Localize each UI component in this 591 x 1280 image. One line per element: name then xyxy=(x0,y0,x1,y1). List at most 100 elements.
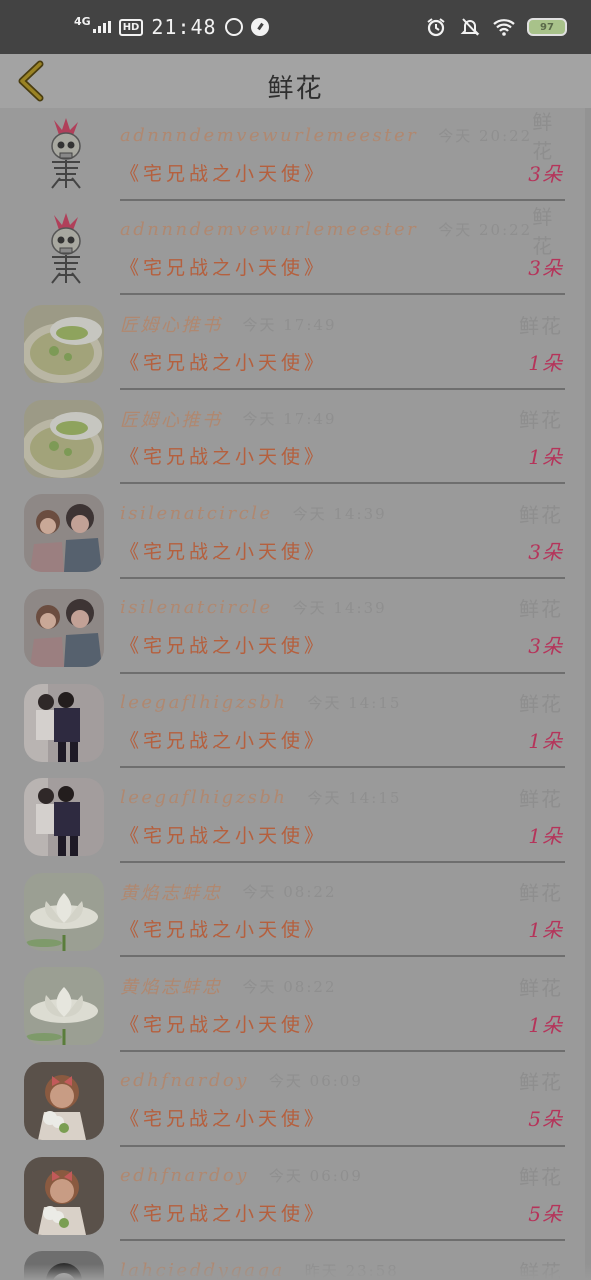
avatar[interactable] xyxy=(24,778,104,857)
gift-list[interactable]: adnnndemvewurlemeester 今天 20:22 鲜花 《宅兄战之… xyxy=(0,108,591,1280)
list-item[interactable]: isilenatcircle 今天 14:39 鲜花 《宅兄战之小天使》 3朵 xyxy=(0,486,591,581)
divider xyxy=(120,576,565,579)
gift-type: 鲜花 xyxy=(519,597,563,622)
flower-count: 1朵 xyxy=(528,823,563,848)
book-title[interactable]: 《宅兄战之小天使》 xyxy=(120,821,327,848)
user-name[interactable]: 匠姆心推书 xyxy=(120,406,223,432)
list-item[interactable]: leegaflhigzsbh 今天 14:15 鲜花 《宅兄战之小天使》 1朵 xyxy=(0,676,591,771)
flower-count: 1朵 xyxy=(528,918,563,943)
user-name[interactable]: adnnndemvewurlemeester xyxy=(120,219,418,240)
divider xyxy=(120,1239,565,1242)
book-title[interactable]: 《宅兄战之小天使》 xyxy=(120,1010,327,1037)
notification-icon xyxy=(224,18,243,36)
user-name[interactable]: 黄焰志蚌忠 xyxy=(120,973,223,999)
network-type: 4G xyxy=(74,15,91,28)
name-line: isilenatcircle 今天 14:39 鲜花 xyxy=(120,500,563,527)
book-title[interactable]: 《宅兄战之小天使》 xyxy=(120,348,327,375)
timestamp: 今天 17:49 xyxy=(242,410,337,429)
book-line: 《宅兄战之小天使》 1朵 xyxy=(120,820,563,848)
book-title[interactable]: 《宅兄战之小天使》 xyxy=(120,915,327,942)
divider xyxy=(120,293,565,296)
user-name[interactable]: leegaflhigzsbh xyxy=(120,787,287,808)
flower-count: 3朵 xyxy=(528,256,563,281)
list-item[interactable]: leegaflhigzsbh 今天 14:15 鲜花 《宅兄战之小天使》 1朵 xyxy=(0,770,591,865)
name-line: isilenatcircle 今天 14:39 鲜花 xyxy=(120,595,563,621)
gift-type: 鲜花 xyxy=(532,204,555,258)
gift-type: 鲜花 xyxy=(519,502,563,527)
timestamp: 今天 20:22 xyxy=(438,221,533,240)
avatar[interactable] xyxy=(24,116,104,194)
list-item[interactable]: adnnndemvewurlemeester 今天 20:22 鲜花 《宅兄战之… xyxy=(0,108,591,203)
book-title[interactable]: 《宅兄战之小天使》 xyxy=(120,537,327,564)
book-line: 《宅兄战之小天使》 1朵 xyxy=(120,442,563,470)
mute-icon xyxy=(459,16,481,38)
name-line: leegaflhigzsbh 今天 14:15 鲜花 xyxy=(120,784,563,811)
flower-count: 3朵 xyxy=(528,634,563,659)
name-line: 匠姆心推书 今天 17:49 鲜花 xyxy=(120,311,563,338)
user-name[interactable]: adnnndemvewurlemeester xyxy=(120,125,418,146)
avatar[interactable] xyxy=(24,683,104,762)
avatar[interactable] xyxy=(24,305,104,384)
flower-count: 1朵 xyxy=(528,445,563,470)
gift-type: 鲜花 xyxy=(519,1165,563,1190)
avatar[interactable] xyxy=(24,872,104,951)
book-title[interactable]: 《宅兄战之小天使》 xyxy=(120,159,327,186)
user-name[interactable]: isilenatcircle xyxy=(120,597,273,618)
divider xyxy=(120,482,565,485)
avatar[interactable] xyxy=(24,1061,104,1140)
gift-type: 鲜花 xyxy=(519,881,563,906)
list-item[interactable]: 匠姆心推书 今天 17:49 鲜花 《宅兄战之小天使》 1朵 xyxy=(0,297,591,392)
status-right: 97 xyxy=(425,16,567,38)
user-name[interactable]: 黄焰志蚌忠 xyxy=(120,879,223,905)
list-item[interactable]: edhfnardoy 今天 06:09 鲜花 《宅兄战之小天使》 5朵 xyxy=(0,1149,591,1244)
list-item[interactable]: adnnndemvewurlemeester 今天 20:22 鲜花 《宅兄战之… xyxy=(0,203,591,298)
avatar[interactable] xyxy=(24,494,104,573)
divider xyxy=(120,1049,565,1052)
gift-type: 鲜花 xyxy=(519,408,563,433)
timestamp: 今天 14:15 xyxy=(307,788,402,807)
gift-type: 鲜花 xyxy=(519,692,563,717)
gift-type: 鲜花 xyxy=(519,1070,563,1095)
list-item[interactable]: 匠姆心推书 今天 17:49 鲜花 《宅兄战之小天使》 1朵 xyxy=(0,392,591,487)
list-item[interactable]: 黄焰志蚌忠 今天 08:22 鲜花 《宅兄战之小天使》 1朵 xyxy=(0,959,591,1054)
book-title[interactable]: 《宅兄战之小天使》 xyxy=(120,726,327,753)
battery-icon: 97 xyxy=(527,18,567,36)
book-title[interactable]: 《宅兄战之小天使》 xyxy=(120,631,327,658)
scrollbar[interactable] xyxy=(585,108,591,1280)
avatar[interactable] xyxy=(24,1156,104,1235)
name-line: adnnndemvewurlemeester 今天 20:22 鲜花 xyxy=(120,205,563,258)
user-name[interactable]: 匠姆心推书 xyxy=(120,311,223,337)
divider xyxy=(120,387,565,390)
book-title[interactable]: 《宅兄战之小天使》 xyxy=(120,1104,327,1131)
name-line: leegaflhigzsbh 今天 14:15 鲜花 xyxy=(120,690,563,716)
book-title[interactable]: 《宅兄战之小天使》 xyxy=(120,442,327,469)
timestamp: 今天 06:09 xyxy=(268,1072,363,1091)
timestamp: 今天 08:22 xyxy=(242,977,337,996)
avatar[interactable] xyxy=(24,588,104,667)
name-line: adnnndemvewurlemeester 今天 20:22 鲜花 xyxy=(120,110,563,163)
alarm-icon xyxy=(425,16,447,38)
avatar[interactable] xyxy=(24,210,104,289)
book-title[interactable]: 《宅兄战之小天使》 xyxy=(120,1199,327,1226)
book-line: 《宅兄战之小天使》 1朵 xyxy=(120,726,563,754)
gift-type: 鲜花 xyxy=(519,786,563,811)
avatar[interactable] xyxy=(24,967,104,1046)
user-name[interactable]: edhfnardoy xyxy=(120,1165,249,1186)
status-bar: 4G HD 21:48 97 xyxy=(0,0,591,54)
list-item[interactable]: isilenatcircle 今天 14:39 鲜花 《宅兄战之小天使》 3朵 xyxy=(0,581,591,676)
compass-icon xyxy=(250,18,269,36)
flower-count: 5朵 xyxy=(528,1107,563,1132)
divider xyxy=(120,671,565,674)
user-name[interactable]: isilenatcircle xyxy=(120,503,273,524)
book-title[interactable]: 《宅兄战之小天使》 xyxy=(120,253,327,280)
bottom-fade xyxy=(0,1264,591,1280)
list-item[interactable]: 黄焰志蚌忠 今天 08:22 鲜花 《宅兄战之小天使》 1朵 xyxy=(0,865,591,960)
divider xyxy=(120,860,565,863)
divider xyxy=(120,1144,565,1147)
timestamp: 今天 14:39 xyxy=(292,599,387,618)
user-name[interactable]: leegaflhigzsbh xyxy=(120,692,287,713)
avatar[interactable] xyxy=(24,399,104,478)
list-item[interactable]: edhfnardoy 今天 06:09 鲜花 《宅兄战之小天使》 5朵 xyxy=(0,1054,591,1149)
divider xyxy=(120,766,565,769)
user-name[interactable]: edhfnardoy xyxy=(120,1070,249,1091)
